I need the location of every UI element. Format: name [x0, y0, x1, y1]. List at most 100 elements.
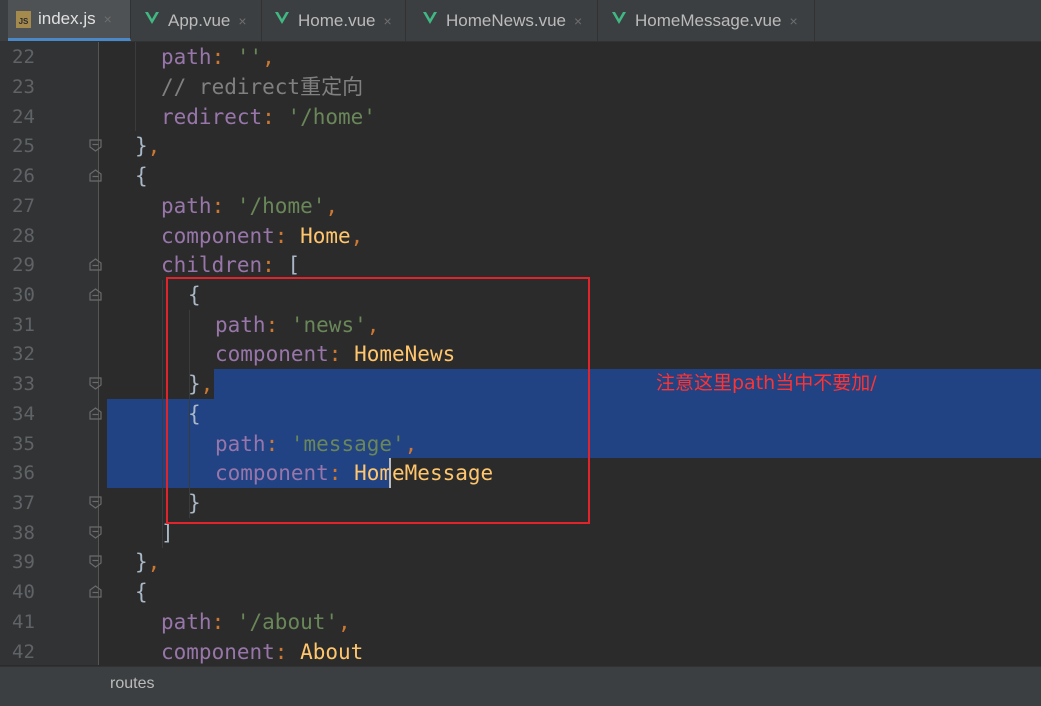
tab-index-js[interactable]: JS index.js ×: [8, 0, 131, 41]
tab-app-vue[interactable]: App.vue ×: [136, 0, 262, 41]
code-line[interactable]: {: [135, 161, 148, 191]
code-token: :: [262, 105, 288, 129]
code-token: :: [211, 610, 237, 634]
line-number: 37: [12, 492, 35, 514]
code-token: component: [161, 224, 275, 248]
code-token: }: [188, 491, 201, 515]
code-line[interactable]: // redirect重定向: [161, 72, 363, 102]
text-cursor: [389, 458, 391, 488]
code-token: :: [328, 461, 355, 485]
code-line[interactable]: path: '',: [161, 42, 275, 72]
tab-label: Home.vue: [298, 10, 376, 30]
code-token: ,: [338, 610, 351, 634]
code-line[interactable]: path: '/about',: [161, 607, 351, 637]
code-line[interactable]: {: [188, 399, 201, 429]
code-line[interactable]: {: [135, 577, 148, 607]
code-token: ,: [366, 313, 380, 337]
code-token: component: [215, 342, 329, 366]
line-number: 30: [12, 284, 35, 306]
code-token: 'news': [290, 313, 367, 337]
code-token: path: [215, 313, 266, 337]
code-token: path: [215, 432, 266, 456]
code-token: :: [265, 432, 291, 456]
line-number: 29: [12, 254, 35, 276]
code-token: Home: [300, 224, 351, 248]
code-token: path: [161, 610, 212, 634]
close-icon[interactable]: ×: [574, 13, 582, 29]
code-line[interactable]: component: About: [161, 637, 363, 665]
code-line[interactable]: path: 'news',: [215, 310, 379, 340]
tab-homenews-vue[interactable]: HomeNews.vue ×: [414, 0, 598, 41]
close-icon[interactable]: ×: [238, 13, 246, 29]
code-token: ,: [404, 432, 418, 456]
code-token: '/about': [236, 610, 339, 634]
code-token: :: [328, 342, 355, 366]
tab-home-vue[interactable]: Home.vue ×: [266, 0, 406, 41]
code-token: About: [300, 640, 364, 664]
line-number: 36: [12, 462, 35, 484]
line-number: 39: [12, 551, 35, 573]
indent-guide: [162, 280, 163, 548]
line-number: 33: [12, 373, 35, 395]
code-token: {: [135, 580, 148, 604]
code-token: :: [211, 45, 237, 69]
code-line[interactable]: },: [188, 369, 213, 399]
code-token: path: [161, 194, 212, 218]
code-token: HomeMessage: [354, 461, 494, 485]
code-line[interactable]: {: [188, 280, 201, 310]
vue-file-icon: [422, 10, 438, 31]
code-line[interactable]: children: [: [161, 250, 300, 280]
line-number: 24: [12, 106, 35, 128]
tab-label: App.vue: [168, 10, 231, 30]
code-line[interactable]: }: [188, 488, 201, 518]
line-number: 22: [12, 46, 35, 68]
code-token: :: [262, 253, 288, 277]
code-line[interactable]: ]: [161, 518, 174, 548]
code-token: 'message': [290, 432, 405, 456]
tab-homemessage-vue[interactable]: HomeMessage.vue ×: [603, 0, 815, 41]
code-token: ,: [200, 372, 214, 396]
code-token: ,: [325, 194, 339, 218]
code-editor[interactable]: path: '', // redirect重定向 redirect: '/home'…: [99, 42, 1041, 665]
code-token: }: [188, 372, 201, 396]
code-line[interactable]: redirect: '/home': [161, 102, 376, 132]
code-line[interactable]: },: [135, 547, 160, 577]
code-line[interactable]: component: Home,: [161, 221, 363, 251]
code-token: {: [135, 164, 148, 188]
selection-highlight: [214, 369, 1041, 399]
line-number: 25: [12, 135, 35, 157]
code-line[interactable]: path: 'message',: [215, 429, 417, 459]
line-number-gutter[interactable]: 22 23 24 25 26 27 28 29 30 31 32 33 34 3…: [0, 42, 102, 665]
code-line[interactable]: },: [135, 131, 160, 161]
breadcrumb[interactable]: routes: [110, 675, 154, 693]
vue-file-icon: [274, 10, 290, 31]
tab-label: index.js: [38, 9, 96, 28]
code-token: :: [265, 313, 291, 337]
line-number: 31: [12, 314, 35, 336]
code-token: {: [188, 283, 201, 307]
code-token: children: [161, 253, 263, 277]
line-number: 40: [12, 581, 35, 603]
vue-file-icon: [144, 10, 160, 31]
code-line[interactable]: component: HomeMessage: [215, 458, 493, 488]
code-token: ,: [350, 224, 364, 248]
code-token: }: [135, 550, 148, 574]
code-token: // redirect重定向: [161, 75, 364, 99]
close-icon[interactable]: ×: [104, 11, 112, 27]
vue-file-icon: [611, 10, 627, 31]
code-token: '/home': [236, 194, 326, 218]
code-token: '/home': [287, 105, 376, 129]
code-line[interactable]: component: HomeNews: [215, 339, 455, 369]
line-number: 26: [12, 165, 35, 187]
breadcrumb-bar: routes: [0, 666, 1041, 706]
code-line[interactable]: path: '/home',: [161, 191, 338, 221]
code-token: :: [274, 224, 301, 248]
line-number: 28: [12, 225, 35, 247]
line-number: 27: [12, 195, 35, 217]
line-number: 42: [12, 641, 35, 663]
close-icon[interactable]: ×: [789, 13, 797, 29]
js-file-icon: JS: [16, 10, 31, 28]
code-token: component: [215, 461, 329, 485]
code-token: path: [161, 45, 212, 69]
close-icon[interactable]: ×: [383, 13, 391, 29]
